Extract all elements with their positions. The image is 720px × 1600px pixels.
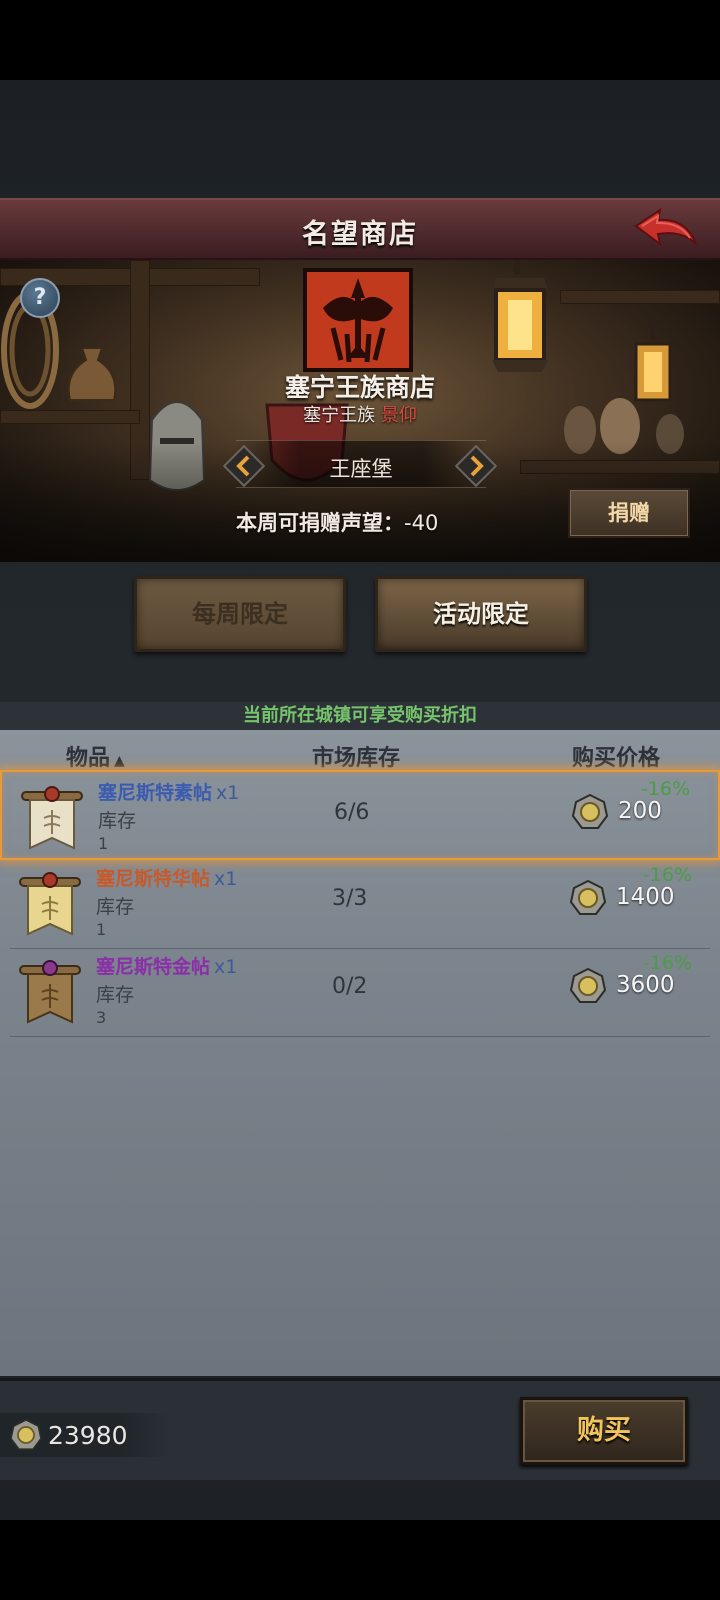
faction-status-name: 塞宁王族 — [303, 405, 376, 426]
item-discount: -16% — [640, 778, 690, 800]
item-discount: -16% — [642, 952, 692, 974]
header-bar: 名望商店 — [0, 198, 720, 260]
page-title: 名望商店 — [302, 219, 418, 250]
list-item[interactable]: 塞尼斯特华帖 x1 库存 1 3/3 1400 -16% — [0, 858, 720, 949]
item-stock-count: 3 — [96, 1008, 107, 1027]
navigation-bar — [0, 1520, 720, 1600]
tab-weekly-limited[interactable]: 每周限定 — [134, 576, 346, 652]
column-item-label: 物品 — [66, 746, 111, 771]
wooden-beam — [560, 290, 720, 304]
item-name-text: 塞尼斯特素帖 — [98, 782, 213, 804]
faction-name: 塞宁王族商店 — [284, 373, 435, 402]
item-price: 3600 — [616, 972, 675, 998]
item-quantity: x1 — [214, 956, 238, 978]
reputation-level: 景仰 — [380, 405, 417, 426]
list-item[interactable]: 塞尼斯特金帖 x1 库存 3 0/2 3600 -16% — [0, 946, 720, 1037]
item-list: 物品 ▲ 市场库存 购买价格 塞尼斯特素帖 x1 库存 1 6/6 200 -16% — [0, 730, 720, 1376]
item-discount: -16% — [642, 864, 692, 886]
coin-icon — [572, 794, 608, 829]
coin-icon — [570, 880, 606, 915]
item-price: 1400 — [616, 884, 675, 910]
currency-wallet: 23980 — [0, 1413, 170, 1457]
weekly-donation-info: 本周可捐赠声望：-40 — [236, 507, 438, 537]
lantern-icon — [492, 260, 548, 372]
market-stock: 6/6 — [334, 800, 370, 825]
town-name: 王座堡 — [329, 457, 393, 481]
item-stock-label: 库存 — [96, 896, 135, 918]
row-divider — [10, 1036, 710, 1037]
banner-scroll-icon — [19, 872, 81, 936]
item-stock-count: 1 — [96, 920, 107, 939]
item-name-text: 塞尼斯特华帖 — [96, 868, 211, 890]
item-stock-label: 库存 — [96, 984, 135, 1006]
item-quantity: x1 — [216, 782, 240, 804]
town-selector: 王座堡 — [236, 440, 486, 488]
donate-value: -40 — [404, 511, 439, 535]
list-item[interactable]: 塞尼斯特素帖 x1 库存 1 6/6 200 -16% — [0, 770, 720, 860]
currency-amount: 23980 — [48, 1421, 128, 1450]
item-name: 塞尼斯特金帖 x1 — [96, 952, 237, 979]
donate-label: 本周可捐赠声望： — [236, 511, 404, 535]
donate-button[interactable]: 捐赠 — [568, 488, 690, 538]
shop-scene: ? 塞宁王族商店 塞宁王族 景仰 王座堡 本周可捐赠声望：-40 捐赠 — [0, 260, 720, 562]
help-button[interactable]: ? — [20, 278, 60, 318]
chevron-right-icon[interactable] — [454, 444, 498, 488]
status-bar — [0, 0, 720, 80]
faction-emblem-icon — [303, 268, 413, 372]
item-quantity: x1 — [214, 868, 238, 890]
coin-icon — [570, 968, 606, 1003]
sort-ascending-icon: ▲ — [114, 753, 125, 769]
banner-scroll-icon — [19, 960, 81, 1024]
chevron-left-icon[interactable] — [222, 444, 266, 488]
footer-bar: 23980 购买 — [0, 1378, 720, 1480]
market-stock: 3/3 — [332, 886, 368, 911]
discount-banner: 当前所在城镇可享受购买折扣 — [0, 702, 720, 730]
item-stock-label: 库存 — [98, 810, 137, 832]
item-price: 200 — [618, 798, 662, 824]
market-stock: 0/2 — [332, 974, 368, 999]
buy-button[interactable]: 购买 — [520, 1397, 688, 1465]
item-name: 塞尼斯特素帖 x1 — [98, 778, 239, 805]
tab-event-limited[interactable]: 活动限定 — [375, 576, 587, 652]
item-stock-count: 1 — [98, 834, 109, 853]
item-name: 塞尼斯特华帖 x1 — [96, 864, 237, 891]
item-name-text: 塞尼斯特金帖 — [96, 956, 211, 978]
column-header-price: 购买价格 — [572, 746, 661, 771]
faction-reputation: 塞宁王族 景仰 — [0, 401, 720, 427]
banner-scroll-icon — [21, 786, 83, 850]
back-arrow-icon[interactable] — [630, 204, 702, 258]
column-header-item[interactable]: 物品 ▲ — [66, 740, 125, 772]
coin-icon — [10, 1419, 42, 1451]
column-header-stock: 市场库存 — [312, 746, 401, 771]
